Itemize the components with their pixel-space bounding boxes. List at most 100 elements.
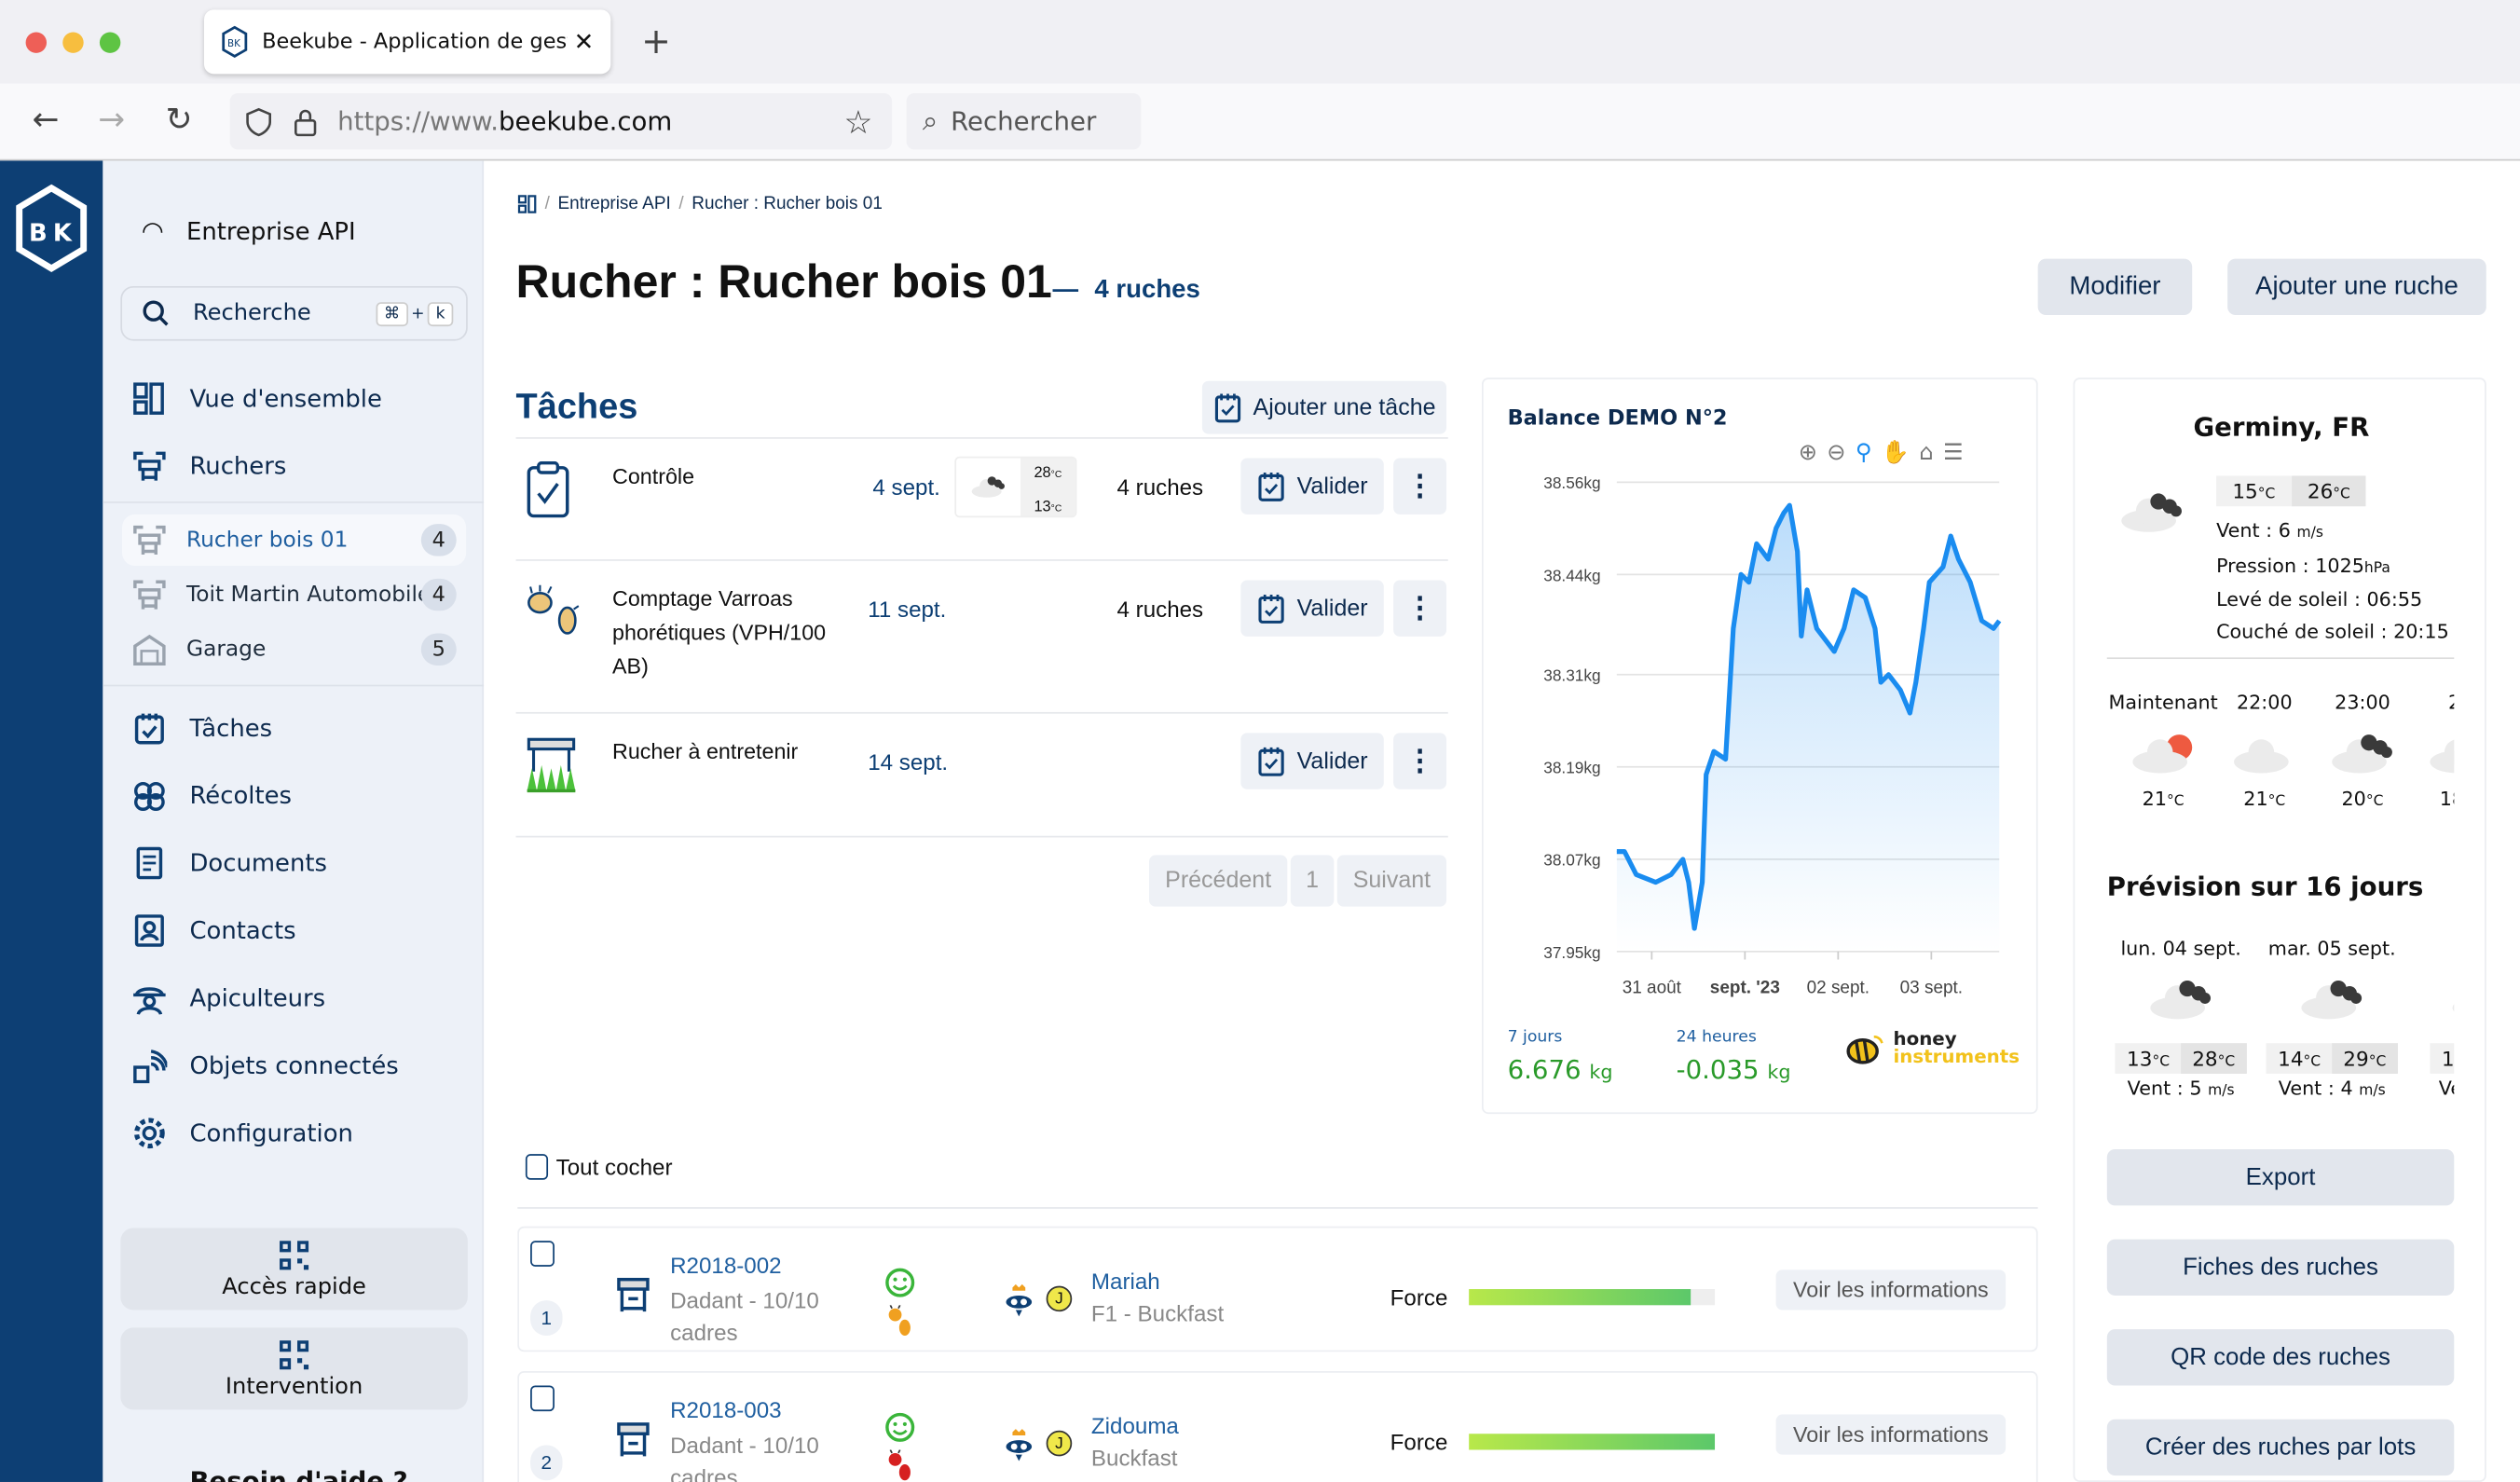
queen-lineage: F1 - Buckfast [1090,1300,1225,1326]
add-task-button[interactable]: Ajouter une tâche [1201,380,1447,434]
browser-tab[interactable]: BK Beekube - Application de gestion ✕ [204,9,611,75]
browser-search-field[interactable]: ⌕ Rechercher [906,93,1142,150]
sidebar-apiary-rucher-bois-01[interactable]: Rucher bois 01 4 [122,514,467,567]
sidebar-item-connected-device[interactable]: Objets connectés [131,1048,399,1084]
hive-id-link[interactable]: R2018-002 [670,1252,781,1278]
divider [103,684,485,687]
smiley-happy-icon [885,1268,915,1297]
dashboard-icon[interactable] [517,195,537,214]
export-button[interactable]: Export [2106,1149,2455,1206]
task-hive-count: 4 ruches [1116,596,1204,623]
force-bar-fill [1469,1434,1716,1450]
task-name[interactable]: Rucher à entretenir [612,734,845,768]
queen-name-link[interactable]: Mariah [1091,1269,1160,1295]
close-tab-icon[interactable]: ✕ [574,27,595,56]
edit-button[interactable]: Modifier [2037,258,2193,316]
add-hive-button[interactable]: Ajouter une ruche [2227,258,2486,316]
back-icon[interactable]: ← [32,100,59,138]
validate-task-button[interactable]: Valider [1240,733,1384,789]
sidebar-item-apiaries[interactable]: Ruchers [131,448,286,484]
hive-row[interactable]: 1 R2018-002 Dadant - 10/10 cadres J Mari… [517,1226,2038,1352]
beekube-logo[interactable]: BK [13,184,90,274]
sidebar-item-beekeeper[interactable]: Apiculteurs [131,981,325,1016]
pagination-page[interactable]: 1 [1290,855,1335,907]
contacts-icon [134,914,164,947]
maximize-window-button[interactable] [99,32,121,53]
check-all[interactable]: Tout cocher [525,1154,672,1180]
intervention-button[interactable]: Intervention [120,1327,468,1410]
calendar-check-icon [1258,473,1284,501]
x-tick-label: 03 sept. [1900,979,1963,998]
weather-card: Germiny, FR 15°C 26°C Vent : 6 m/s Pressi… [2073,377,2486,1482]
task-name[interactable]: Comptage Varroas phorétiques (VPH/100 AB… [612,582,845,683]
sidebar-item-gear[interactable]: Configuration [131,1116,353,1151]
hive-checkbox[interactable] [530,1385,555,1412]
sidebar-item-contacts[interactable]: Contacts [131,913,296,949]
connected-device-icon [133,1050,168,1084]
check-all-checkbox[interactable] [525,1154,549,1180]
beekube-favicon-icon: BK [222,25,248,58]
queen-name-link[interactable]: Zidouma [1091,1413,1179,1439]
queen-lineage: Buckfast [1090,1445,1178,1471]
force-label: Force [1390,1283,1448,1310]
garage-icon [133,634,166,666]
apiary-icon [133,580,166,610]
task-more-options-icon[interactable]: ⋮ [1393,458,1447,515]
quick-access-button[interactable]: Accès rapide [120,1228,468,1310]
organization-switcher[interactable]: ◠ Entreprise API [142,215,356,246]
daily-forecast: mar. 05 sept. 14°C 29°C Vent : 4 m/s [2258,937,2406,1100]
bookmark-star-icon[interactable]: ☆ [843,103,872,141]
hive-qr-codes-button[interactable]: QR code des ruches [2106,1329,2455,1386]
pagination-next[interactable]: Suivant [1336,855,1447,907]
validate-task-button[interactable]: Valider [1240,458,1384,515]
hive-row[interactable]: 2 R2018-003 Dadant - 10/10 cadres J Zido… [517,1370,2038,1482]
task-more-options-icon[interactable]: ⋮ [1393,733,1447,789]
new-tab-button[interactable]: + [641,22,671,62]
hive-checkbox[interactable] [530,1241,555,1267]
hourly-forecast: 23:00 20°C [2322,692,2403,810]
cloud-sun-icon [2107,733,2220,775]
x-tick-label: 02 sept. [1807,979,1869,998]
weather-city: Germiny, FR [2193,411,2370,443]
url-bar[interactable]: https://www. beekube.com ☆ [229,93,893,150]
sidebar-item-calendar-check[interactable]: Tâches [131,710,272,746]
task-more-options-icon[interactable]: ⋮ [1393,580,1447,637]
dashboard-icon [133,382,164,415]
hive-sheets-button[interactable]: Fiches des ruches [2106,1239,2455,1296]
smiley-happy-icon [885,1412,915,1442]
close-window-button[interactable] [25,32,48,53]
sidebar-apiary-toit-martin[interactable]: Toit Martin Automobile 4 [122,569,466,620]
sidebar-search-input[interactable]: Recherche ⌘ + k [120,285,468,341]
svg-text:BK: BK [227,38,240,49]
minimize-window-button[interactable] [62,32,84,53]
breadcrumb-link[interactable]: Entreprise API [558,195,671,214]
batch-create-hives-button[interactable]: Créer des ruches par lots [2106,1419,2455,1476]
sidebar-item-overview[interactable]: Vue d'ensemble [131,381,382,417]
hourly-forecast: Maintenant 21°C [2107,691,2220,811]
breadcrumb-current: Rucher : Rucher bois 01 [692,194,883,214]
qr-code-icon [280,1240,309,1269]
weather-details: Vent : 6 m/s Pression : 1025hPa Levé de … [2216,519,2449,642]
view-hive-info-button[interactable]: Voir les informations [1775,1269,2006,1310]
hive-id-link[interactable]: R2018-003 [670,1397,781,1423]
hive-type: Dadant - 10/10 cadres [670,1287,819,1346]
divider [2106,657,2455,660]
force-bar [1469,1434,1716,1450]
hourly-forecast: 2418°C [2420,692,2455,810]
task-name[interactable]: Contrôle [612,460,845,493]
force-bar [1469,1289,1716,1306]
view-hive-info-button[interactable]: Voir les informations [1775,1414,2006,1455]
validate-task-button[interactable]: Valider [1240,580,1384,637]
scale-card: Balance DEMO N°2 ⊕ ⊖ ⚲ ✋ ⌂ ☰ 38.56kg 38.44kg 38… [1481,377,2038,1115]
sidebar-item-document[interactable]: Documents [131,845,327,881]
reload-icon[interactable]: ↻ [166,100,193,138]
hive-box-icon [617,1422,650,1457]
svg-text:K: K [53,220,73,248]
forward-icon[interactable]: → [98,100,125,138]
sidebar: ◠ Entreprise API Recherche ⌘ + k Vue d'ense… [103,160,485,1482]
sidebar-item-honeycomb[interactable]: Récoltes [131,778,292,814]
pagination-previous[interactable]: Précédent [1149,855,1288,907]
sidebar-apiary-garage[interactable]: Garage 5 [122,624,466,675]
stat-24h-value: -0.035 kg [1676,1054,1791,1086]
varroa-icon [888,1449,911,1481]
